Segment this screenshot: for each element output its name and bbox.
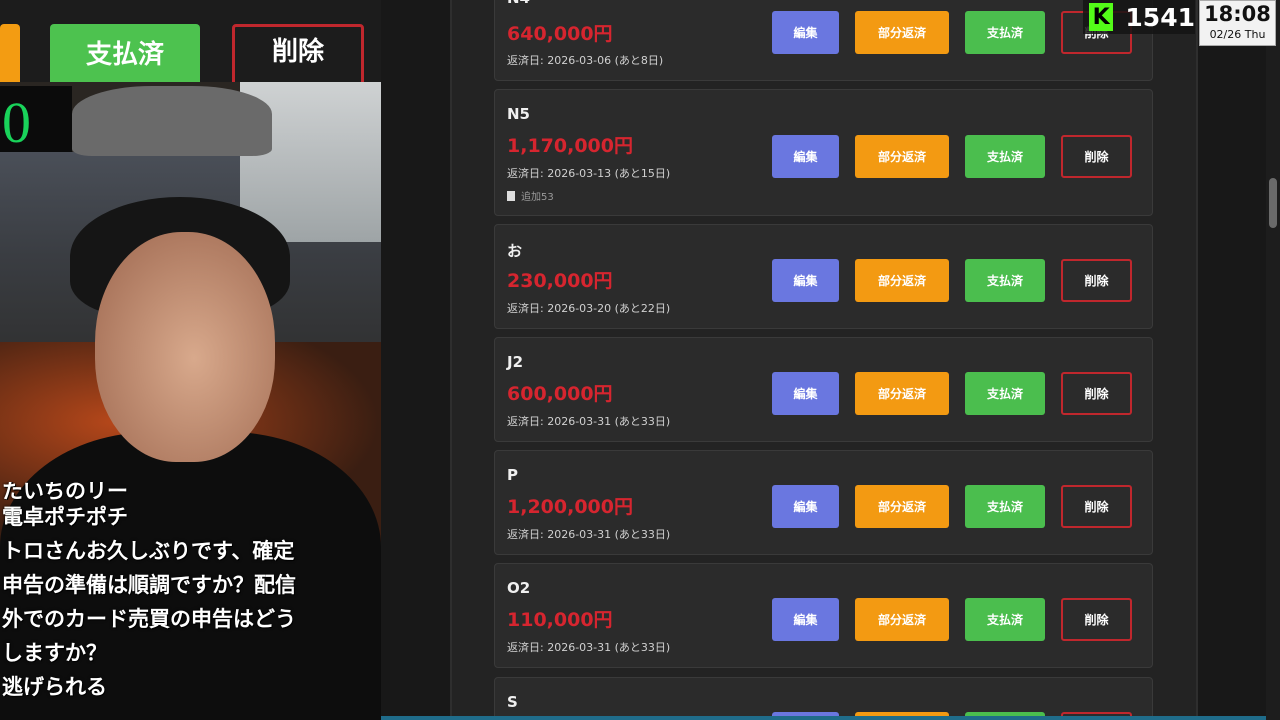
- edit-button[interactable]: 編集: [772, 135, 839, 178]
- paid-button[interactable]: 支払済: [965, 11, 1045, 54]
- partial-repay-button[interactable]: 部分返済: [855, 259, 949, 302]
- partial-repay-button[interactable]: 部分返済: [855, 598, 949, 641]
- edit-button[interactable]: 編集: [772, 598, 839, 641]
- loan-name: O2: [507, 579, 531, 597]
- loan-card: お 230,000円 返済日: 2026-03-20 (あと22日) 編集 部分…: [494, 224, 1153, 329]
- memo-icon: [507, 191, 515, 201]
- loan-due-date: 返済日: 2026-03-31 (あと33日): [507, 641, 671, 654]
- loan-amount: 1,200,000円: [507, 496, 633, 518]
- loan-note: 追加53: [507, 188, 554, 203]
- loan-due-date: 返済日: 2026-03-06 (あと8日): [507, 54, 664, 67]
- loan-name: J2: [507, 353, 524, 371]
- loan-amount: 230,000円: [507, 270, 613, 292]
- loan-name: お: [507, 242, 523, 260]
- loan-card: S: [494, 677, 1153, 720]
- edit-button[interactable]: 編集: [772, 372, 839, 415]
- paid-button[interactable]: 支払済: [965, 259, 1045, 302]
- partial-repay-button[interactable]: 部分返済: [855, 485, 949, 528]
- loan-amount: 640,000円: [507, 23, 613, 45]
- chat-line: 電卓ポチポチ: [2, 505, 128, 529]
- scrollbar-thumb[interactable]: [1269, 178, 1277, 228]
- delete-button[interactable]: 削除: [1061, 598, 1132, 641]
- loan-name: N5: [507, 105, 530, 123]
- chat-line: しますか？: [2, 641, 107, 665]
- delete-button[interactable]: 削除: [1061, 372, 1132, 415]
- webcam-person-face: [95, 232, 275, 462]
- edit-button[interactable]: 編集: [772, 259, 839, 302]
- webcam-counter: 0: [2, 90, 31, 155]
- partial-repay-button[interactable]: 部分返済: [855, 11, 949, 54]
- clock-date: 02/26 Thu: [1209, 28, 1266, 41]
- clock-overlay: 18:08 02/26 Thu: [1199, 0, 1276, 46]
- loan-name: N4: [507, 0, 530, 7]
- loan-card: P 1,200,000円 返済日: 2026-03-31 (あと33日) 編集 …: [494, 450, 1153, 555]
- page-scrollbar[interactable]: [1266, 0, 1280, 720]
- chat-line: トロさんお久しぶりです、確定: [2, 539, 295, 563]
- loan-name: S: [507, 693, 518, 711]
- loan-note-text: 追加53: [521, 192, 554, 203]
- loan-card: N5 1,170,000円 返済日: 2026-03-13 (あと15日) 追加…: [494, 89, 1153, 216]
- loan-amount: 110,000円: [507, 609, 613, 631]
- paid-button[interactable]: 支払済: [965, 135, 1045, 178]
- webcam-counter-box: 0: [0, 86, 72, 155]
- delete-button[interactable]: 削除: [1061, 135, 1132, 178]
- loan-due-date: 返済日: 2026-03-20 (あと22日): [507, 302, 671, 315]
- loan-card: O2 110,000円 返済日: 2026-03-31 (あと33日) 編集 部…: [494, 563, 1153, 668]
- loan-due-date: 返済日: 2026-03-31 (あと33日): [507, 528, 671, 541]
- webcam-mic-windscreen: [72, 86, 272, 156]
- zoomed-delete-button: 削除: [232, 24, 364, 82]
- paid-button[interactable]: 支払済: [965, 485, 1045, 528]
- chat-line-partial: たいちのリー: [2, 482, 128, 500]
- partial-repay-button[interactable]: 部分返済: [855, 372, 949, 415]
- kick-logo-icon: K: [1089, 3, 1114, 31]
- bottom-accent-line: [381, 716, 1266, 720]
- viewer-count-overlay: K 1541: [1083, 0, 1195, 34]
- stream-chat: たいちのリー 電卓ポチポチ トロさんお久しぶりです、確定 申告の準備は順調ですか…: [2, 482, 380, 704]
- clock-time: 18:08: [1204, 2, 1271, 26]
- loan-amount: 1,170,000円: [507, 135, 633, 157]
- partial-repay-button[interactable]: 部分返済: [855, 135, 949, 178]
- delete-button[interactable]: 削除: [1061, 259, 1132, 302]
- chat-line: 外でのカード売買の申告はどう: [2, 607, 296, 631]
- chat-line: 逃げられる: [2, 675, 107, 699]
- loan-card: N4 640,000円 返済日: 2026-03-06 (あと8日) 編集 部分…: [494, 0, 1153, 81]
- zoomed-paid-button: 支払済: [50, 24, 200, 82]
- paid-button[interactable]: 支払済: [965, 372, 1045, 415]
- edit-button[interactable]: 編集: [772, 485, 839, 528]
- zoomed-partial-repay-button: [0, 24, 20, 82]
- chat-line: 申告の準備は順調ですか？配信: [2, 573, 296, 597]
- loan-card: J2 600,000円 返済日: 2026-03-31 (あと33日) 編集 部…: [494, 337, 1153, 442]
- loan-due-date: 返済日: 2026-03-31 (あと33日): [507, 415, 671, 428]
- zoomed-button-strip: 支払済 削除: [0, 0, 381, 82]
- delete-button[interactable]: 削除: [1061, 485, 1132, 528]
- loan-name: P: [507, 466, 518, 484]
- loan-due-date: 返済日: 2026-03-13 (あと15日): [507, 167, 671, 180]
- paid-button[interactable]: 支払済: [965, 598, 1045, 641]
- loan-amount: 600,000円: [507, 383, 613, 405]
- viewer-count: 1541: [1125, 2, 1195, 32]
- edit-button[interactable]: 編集: [772, 11, 839, 54]
